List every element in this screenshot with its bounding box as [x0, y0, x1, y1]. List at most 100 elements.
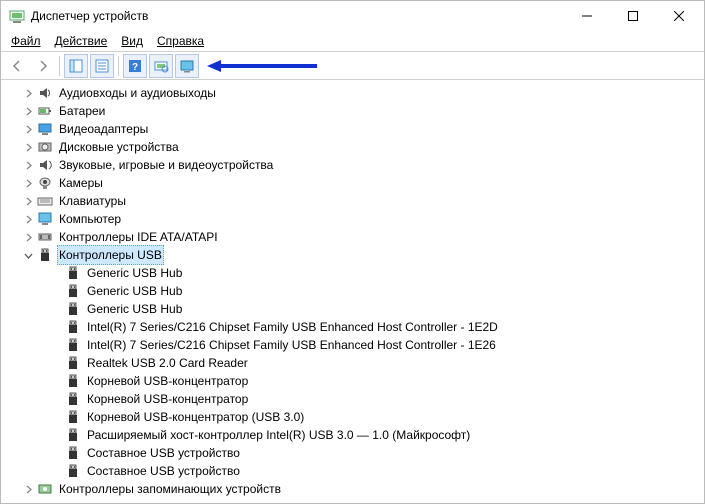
forward-button[interactable] [31, 54, 55, 78]
minimize-button[interactable] [564, 1, 610, 31]
titlebar: Диспетчер устройств [1, 1, 704, 31]
tree-device[interactable]: Корневой USB-концентратор [7, 372, 704, 390]
menu-help[interactable]: Справка [151, 32, 210, 50]
category-label: Батареи [57, 102, 107, 120]
tree-device[interactable]: Корневой USB-концентратор [7, 390, 704, 408]
category-label: Видеоадаптеры [57, 120, 150, 138]
menu-action[interactable]: Действие [49, 32, 114, 50]
tree-category[interactable]: Звуковые, игровые и видеоустройства [7, 156, 704, 174]
tree-category[interactable]: Батареи [7, 102, 704, 120]
tree-category[interactable]: Клавиатуры [7, 192, 704, 210]
device-tree[interactable]: Аудиовходы и аудиовыходыБатареиВидеоадап… [1, 80, 704, 503]
storage-icon [37, 481, 53, 497]
disk-icon [37, 139, 53, 155]
close-button[interactable] [656, 1, 702, 31]
ide-icon [37, 229, 53, 245]
toolbar-separator [59, 56, 60, 76]
usb-plug-icon [65, 445, 81, 461]
chevron-down-icon[interactable] [21, 248, 35, 262]
chevron-right-icon[interactable] [21, 230, 35, 244]
tree-device[interactable]: Составное USB устройство [7, 444, 704, 462]
menubar: Файл Действие Вид Справка [1, 31, 704, 52]
usb-plug-icon [65, 427, 81, 443]
chevron-right-icon[interactable] [21, 104, 35, 118]
app-icon [9, 8, 25, 24]
chevron-placeholder [49, 284, 63, 298]
chevron-placeholder [49, 392, 63, 406]
tree-category[interactable]: Камеры [7, 174, 704, 192]
window-title: Диспетчер устройств [31, 9, 148, 23]
tree-device[interactable]: Составное USB устройство [7, 462, 704, 480]
tree-category[interactable]: Контроллеры запоминающих устройств [7, 480, 704, 498]
chevron-right-icon[interactable] [21, 122, 35, 136]
tree-device[interactable]: Расширяемый хост-контроллер Intel(R) USB… [7, 426, 704, 444]
usb-plug-icon [65, 463, 81, 479]
chevron-placeholder [49, 320, 63, 334]
keyboard-icon [37, 193, 53, 209]
tree-category[interactable]: Видеоадаптеры [7, 120, 704, 138]
menu-view[interactable]: Вид [115, 32, 149, 50]
tree-device[interactable]: Realtek USB 2.0 Card Reader [7, 354, 704, 372]
tree-category[interactable]: Аудиовходы и аудиовыходы [7, 84, 704, 102]
chevron-placeholder [49, 410, 63, 424]
display-icon [37, 121, 53, 137]
camera-icon [37, 175, 53, 191]
usb-plug-icon [65, 283, 81, 299]
chevron-right-icon[interactable] [21, 212, 35, 226]
usb-plug-icon [65, 337, 81, 353]
chevron-right-icon[interactable] [21, 140, 35, 154]
device-label: Realtek USB 2.0 Card Reader [85, 354, 250, 372]
battery-icon [37, 103, 53, 119]
tree-device[interactable]: Generic USB Hub [7, 300, 704, 318]
category-label: Аудиовходы и аудиовыходы [57, 84, 218, 102]
category-label: Звуковые, игровые и видеоустройства [57, 156, 275, 174]
chevron-placeholder [49, 464, 63, 478]
tree-category[interactable]: Контроллеры USB [7, 246, 704, 264]
sound-icon [37, 157, 53, 173]
toolbar: ? [1, 52, 704, 80]
show-hide-console-tree-button[interactable] [64, 54, 88, 78]
usb-plug-icon [65, 319, 81, 335]
category-label: Контроллеры запоминающих устройств [57, 480, 283, 498]
chevron-right-icon[interactable] [21, 194, 35, 208]
chevron-placeholder [49, 446, 63, 460]
device-label: Корневой USB-концентратор [85, 390, 250, 408]
tree-category[interactable]: Дисковые устройства [7, 138, 704, 156]
tree-device[interactable]: Generic USB Hub [7, 282, 704, 300]
tree-device[interactable]: Intel(R) 7 Series/C216 Chipset Family US… [7, 336, 704, 354]
usb-plug-icon [65, 373, 81, 389]
category-label: Контроллеры IDE ATA/ATAPI [57, 228, 220, 246]
back-button[interactable] [5, 54, 29, 78]
tree-device[interactable]: Корневой USB-концентратор (USB 3.0) [7, 408, 704, 426]
chevron-right-icon[interactable] [21, 158, 35, 172]
computer-icon [37, 211, 53, 227]
tree-category[interactable]: Компьютер [7, 210, 704, 228]
scan-hardware-button[interactable] [149, 54, 173, 78]
show-hidden-devices-button[interactable] [175, 54, 199, 78]
tree-device[interactable]: Intel(R) 7 Series/C216 Chipset Family US… [7, 318, 704, 336]
tree-device[interactable]: Generic USB Hub [7, 264, 704, 282]
device-label: Составное USB устройство [85, 444, 242, 462]
device-label: Generic USB Hub [85, 264, 184, 282]
category-label: Дисковые устройства [57, 138, 181, 156]
chevron-right-icon[interactable] [21, 86, 35, 100]
usb-plug-icon [65, 301, 81, 317]
menu-file[interactable]: Файл [5, 32, 47, 50]
chevron-placeholder [49, 374, 63, 388]
usb-plug-icon [65, 409, 81, 425]
device-label: Generic USB Hub [85, 282, 184, 300]
properties-button[interactable] [90, 54, 114, 78]
usb-plug-icon [65, 265, 81, 281]
device-label: Intel(R) 7 Series/C216 Chipset Family US… [85, 318, 500, 336]
category-label: Контроллеры USB [57, 245, 164, 265]
usb-plug-icon [65, 391, 81, 407]
chevron-right-icon[interactable] [21, 482, 35, 496]
device-label: Generic USB Hub [85, 300, 184, 318]
tree-category[interactable]: Контроллеры IDE ATA/ATAPI [7, 228, 704, 246]
help-button[interactable]: ? [123, 54, 147, 78]
chevron-right-icon[interactable] [21, 176, 35, 190]
chevron-placeholder [49, 266, 63, 280]
maximize-button[interactable] [610, 1, 656, 31]
device-label: Intel(R) 7 Series/C216 Chipset Family US… [85, 336, 498, 354]
device-label: Корневой USB-концентратор (USB 3.0) [85, 408, 306, 426]
